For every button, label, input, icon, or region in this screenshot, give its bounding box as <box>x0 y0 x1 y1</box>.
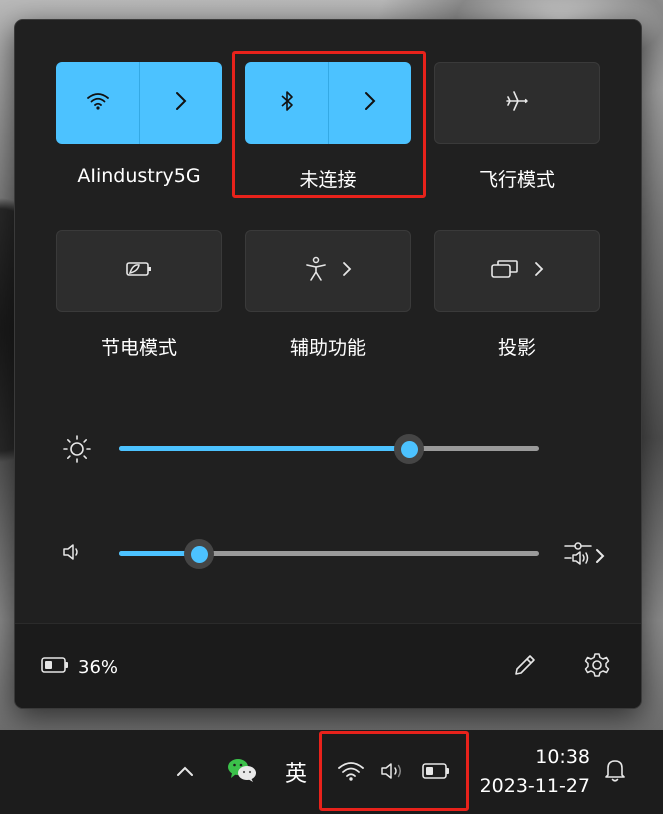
wifi-tile[interactable] <box>56 62 222 144</box>
wifi-icon <box>86 91 110 115</box>
show-hidden-icons-button[interactable] <box>168 752 202 792</box>
input-method-label: 英 <box>284 762 307 787</box>
brightness-slider[interactable] <box>119 432 539 466</box>
chevron-up-icon <box>175 763 195 782</box>
brightness-fill <box>119 446 409 451</box>
battery-icon <box>40 656 70 678</box>
battery-status-button[interactable]: 36% <box>40 650 118 684</box>
chevron-right-icon <box>342 261 352 281</box>
settings-button[interactable] <box>578 649 616 685</box>
accessibility-tile-label: 辅助功能 <box>289 337 366 359</box>
volume-thumb[interactable] <box>184 539 214 569</box>
project-icon <box>490 258 520 284</box>
chevron-right-icon <box>534 261 544 281</box>
wifi-expand-button[interactable] <box>140 62 222 144</box>
battery-saver-tile[interactable] <box>56 230 222 312</box>
clock-time: 10:38 <box>535 746 590 768</box>
gear-icon <box>583 651 611 683</box>
wechat-icon <box>226 756 258 788</box>
accessibility-icon <box>304 256 328 286</box>
project-tile[interactable] <box>434 230 600 312</box>
input-method-button[interactable]: 英 <box>278 752 314 792</box>
pencil-icon <box>512 652 538 682</box>
bell-icon <box>603 756 627 788</box>
wifi-tile-label: AIindustry5G <box>77 165 201 187</box>
wechat-tray-button[interactable] <box>222 752 262 792</box>
tray-highlight-box <box>319 731 469 811</box>
bluetooth-highlight-box <box>232 51 426 198</box>
volume-mixer-button[interactable] <box>557 538 613 572</box>
quick-settings-footer: 36% <box>15 623 641 708</box>
brightness-thumb[interactable] <box>394 434 424 464</box>
airplane-mode-tile-label: 飞行模式 <box>478 169 555 191</box>
edit-quick-settings-button[interactable] <box>506 649 544 685</box>
wifi-toggle[interactable] <box>56 62 139 144</box>
brightness-icon <box>61 433 93 469</box>
airplane-icon <box>504 88 530 118</box>
airplane-mode-tile[interactable] <box>434 62 600 144</box>
volume-mixer-icon <box>561 538 609 572</box>
volume-slider[interactable] <box>119 537 539 571</box>
chevron-right-icon <box>175 91 187 115</box>
battery-percent: 36% <box>78 656 119 678</box>
clock-button[interactable]: 10:38 2023-11-27 <box>474 742 594 802</box>
project-tile-label: 投影 <box>497 337 536 359</box>
battery-saver-tile-label: 节电模式 <box>100 337 177 359</box>
clock-date: 2023-11-27 <box>479 775 590 797</box>
notification-center-button[interactable] <box>598 752 632 792</box>
accessibility-tile[interactable] <box>245 230 411 312</box>
battery-saver-icon <box>124 259 154 283</box>
speaker-icon <box>61 540 85 568</box>
